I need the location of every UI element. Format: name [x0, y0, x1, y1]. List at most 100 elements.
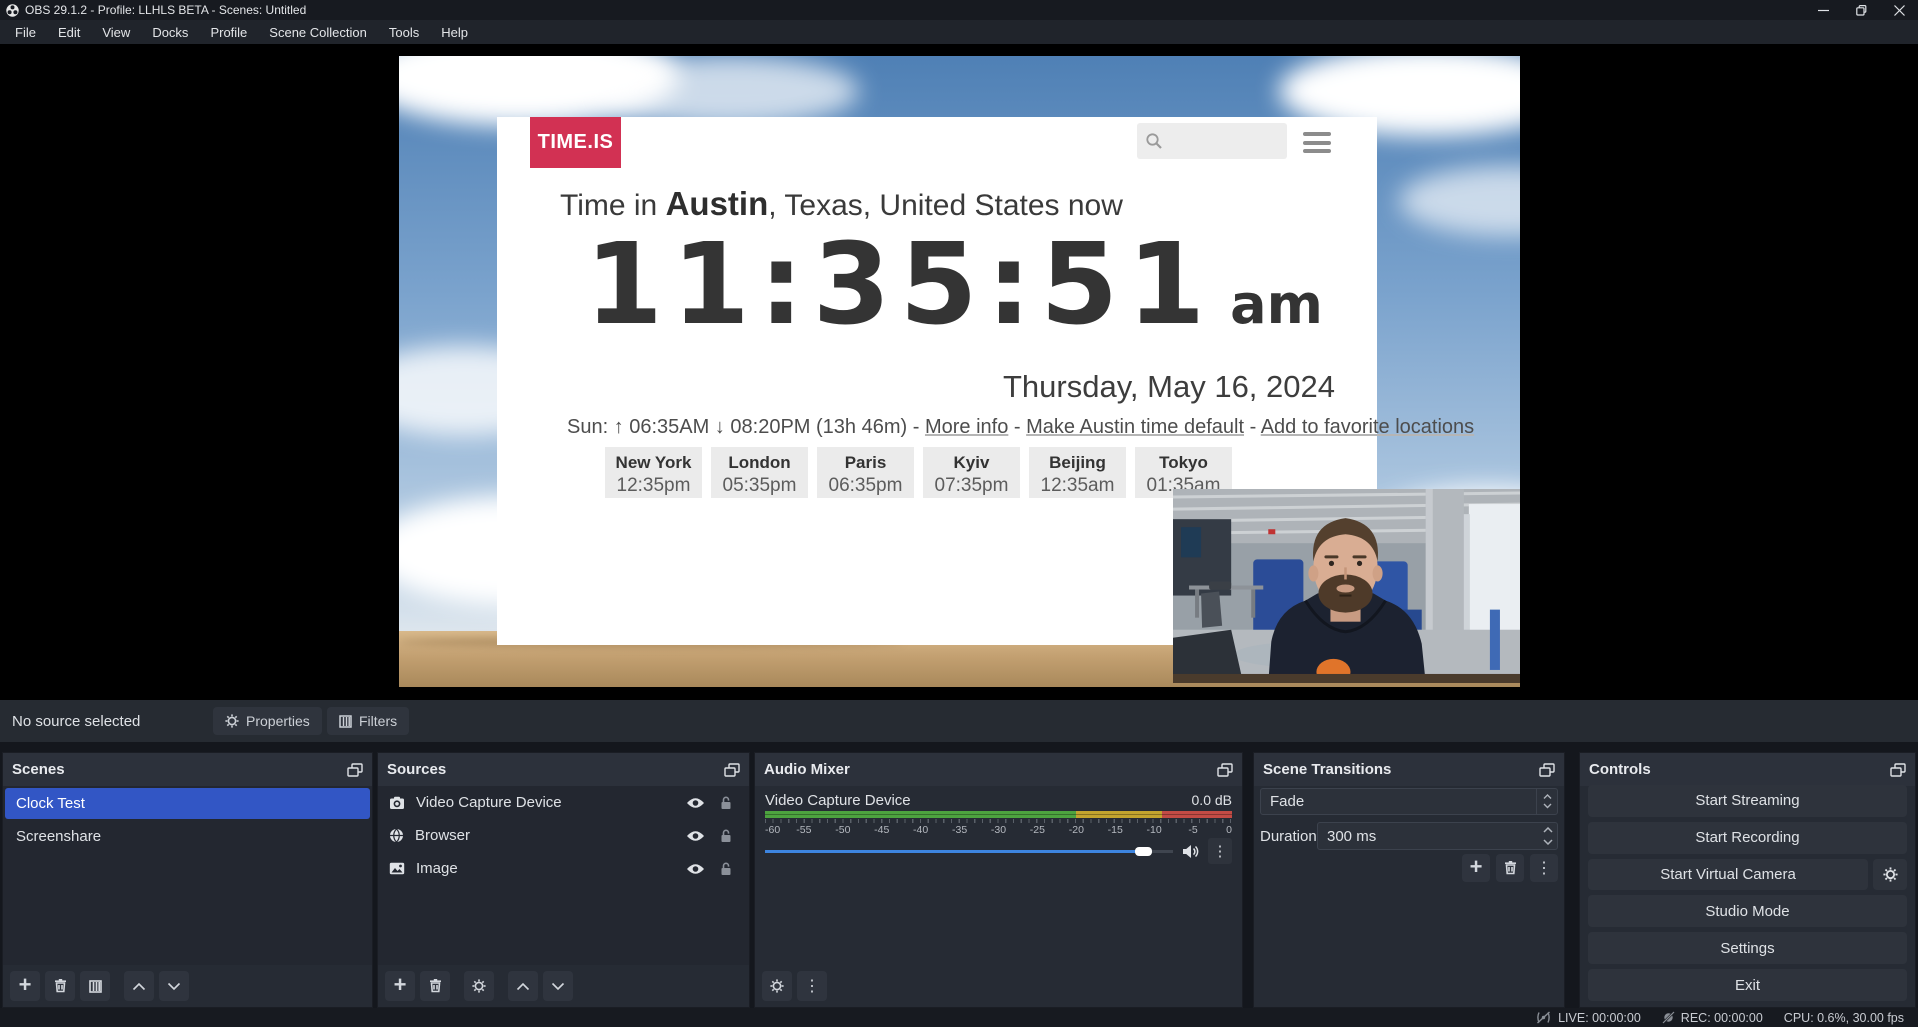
restore-button[interactable]	[1842, 0, 1880, 20]
close-button[interactable]	[1880, 0, 1918, 20]
trash-icon	[429, 979, 442, 993]
chevron-down-icon	[167, 982, 181, 991]
transition-select[interactable]: Fade	[1260, 788, 1558, 815]
titlebar: OBS 29.1.2 - Profile: LLHLS BETA - Scene…	[0, 0, 1918, 20]
menu-view[interactable]: View	[91, 25, 141, 40]
start-recording-button[interactable]: Start Recording	[1588, 822, 1907, 854]
menu-docks[interactable]: Docks	[141, 25, 199, 40]
popout-icon[interactable]	[1217, 763, 1233, 777]
timeis-date: Thursday, May 16, 2024	[1003, 369, 1335, 405]
mixer-menu-button[interactable]: ⋮	[797, 971, 827, 1001]
window-title: OBS 29.1.2 - Profile: LLHLS BETA - Scene…	[25, 3, 306, 17]
popout-icon[interactable]	[1539, 763, 1555, 777]
add-scene-button[interactable]: +	[10, 971, 40, 1001]
city-card: Paris06:35pm	[817, 447, 914, 498]
move-scene-up-button[interactable]	[124, 971, 154, 1001]
filters-button[interactable]: Filters	[327, 707, 409, 735]
timeis-logo: TIME.IS	[530, 117, 621, 168]
city-card: London05:35pm	[711, 447, 808, 498]
source-item-browser[interactable]: Browser	[378, 819, 749, 852]
scene-item-screenshare[interactable]: Screenshare	[5, 821, 370, 852]
remove-scene-button[interactable]	[45, 971, 75, 1001]
controls-title: Controls	[1589, 761, 1651, 778]
filter-icon	[339, 715, 352, 728]
speaker-icon[interactable]	[1182, 844, 1199, 859]
clock-digits: 11:35:51	[585, 229, 1214, 341]
timeis-clock: 11:35:51 am	[585, 229, 1323, 341]
duration-input[interactable]: 300 ms	[1317, 822, 1558, 850]
source-properties-button[interactable]	[464, 971, 494, 1001]
duration-label: Duration	[1260, 828, 1317, 845]
timeis-headline: Time in Austin, Texas, United States now	[560, 185, 1123, 223]
settings-button[interactable]: Settings	[1588, 932, 1907, 964]
scene-item-clock-test[interactable]: Clock Test	[5, 788, 370, 819]
mixer-channel-name: Video Capture Device	[765, 792, 911, 809]
studio-mode-button[interactable]: Studio Mode	[1588, 895, 1907, 927]
meter-scale: -60-55-50-45-40-35-30-25-20-15-10-50	[765, 824, 1232, 836]
meter-ticks	[765, 819, 1232, 823]
menu-edit[interactable]: Edit	[47, 25, 91, 40]
audio-mixer-panel: Audio Mixer Video Capture Device 0.0 dB …	[754, 752, 1243, 1008]
volume-slider-handle[interactable]	[1135, 847, 1152, 856]
popout-icon[interactable]	[347, 763, 363, 777]
gear-icon	[770, 979, 784, 993]
lock-icon[interactable]	[720, 862, 732, 876]
webcam-overlay[interactable]	[1173, 489, 1520, 683]
popout-icon[interactable]	[724, 763, 740, 777]
advanced-audio-button[interactable]	[762, 971, 792, 1001]
timeis-search-box	[1137, 123, 1287, 159]
popout-icon[interactable]	[1890, 763, 1906, 777]
controls-panel: Controls Start Streaming Start Recording…	[1579, 752, 1916, 1008]
hamburger-menu-icon	[1303, 132, 1331, 158]
lock-icon[interactable]	[720, 796, 732, 810]
search-icon	[1145, 132, 1163, 150]
add-transition-button[interactable]: +	[1462, 854, 1490, 882]
chevron-up-icon	[1543, 794, 1552, 800]
globe-icon	[389, 828, 404, 843]
volume-slider[interactable]	[765, 841, 1173, 861]
start-streaming-button[interactable]: Start Streaming	[1588, 785, 1907, 817]
program-canvas[interactable]: TIME.IS Time in Austin, Texas, United St…	[399, 56, 1520, 687]
make-default-link: Make Austin time default	[1026, 416, 1244, 438]
scenes-toolbar: +	[3, 965, 372, 1007]
virtual-camera-settings-button[interactable]	[1873, 859, 1907, 891]
chevron-down-icon	[1543, 803, 1552, 809]
clock-meridiem: am	[1230, 273, 1323, 336]
properties-button[interactable]: Properties	[213, 707, 322, 735]
source-item-video-capture[interactable]: Video Capture Device	[378, 786, 749, 819]
gear-icon	[225, 714, 239, 728]
scenes-panel: Scenes Clock Test Screenshare +	[2, 752, 373, 1008]
visibility-eye-icon[interactable]	[686, 863, 705, 875]
move-scene-down-button[interactable]	[159, 971, 189, 1001]
chevron-up-icon	[132, 982, 146, 991]
stream-inactive-icon	[1535, 1011, 1552, 1024]
lock-icon[interactable]	[720, 829, 732, 843]
source-item-image[interactable]: Image	[378, 852, 749, 885]
move-source-up-button[interactable]	[508, 971, 538, 1001]
remove-transition-button[interactable]	[1496, 854, 1524, 882]
add-source-button[interactable]: +	[385, 971, 415, 1001]
move-source-down-button[interactable]	[543, 971, 573, 1001]
city-card: Beijing12:35am	[1029, 447, 1126, 498]
scenes-title: Scenes	[12, 761, 65, 778]
remove-source-button[interactable]	[420, 971, 450, 1001]
mixer-channel-menu-button[interactable]: ⋮	[1208, 838, 1232, 864]
gear-icon	[472, 979, 486, 993]
filter-icon	[89, 980, 102, 993]
visibility-eye-icon[interactable]	[686, 830, 705, 842]
menu-profile[interactable]: Profile	[199, 25, 258, 40]
transition-menu-button[interactable]: ⋮	[1530, 854, 1558, 882]
visibility-eye-icon[interactable]	[686, 797, 705, 809]
minimize-button[interactable]	[1804, 0, 1842, 20]
audio-mixer-title: Audio Mixer	[764, 761, 850, 778]
menu-file[interactable]: File	[4, 25, 47, 40]
exit-button[interactable]: Exit	[1588, 969, 1907, 1001]
scene-filters-button[interactable]	[80, 971, 110, 1001]
menu-scene-collection[interactable]: Scene Collection	[258, 25, 378, 40]
city-card: Kyiv07:35pm	[923, 447, 1020, 498]
menu-help[interactable]: Help	[430, 25, 479, 40]
menu-tools[interactable]: Tools	[378, 25, 430, 40]
no-source-status: No source selected	[12, 700, 140, 742]
trash-icon	[54, 979, 67, 993]
start-virtual-camera-button[interactable]: Start Virtual Camera	[1588, 859, 1868, 891]
